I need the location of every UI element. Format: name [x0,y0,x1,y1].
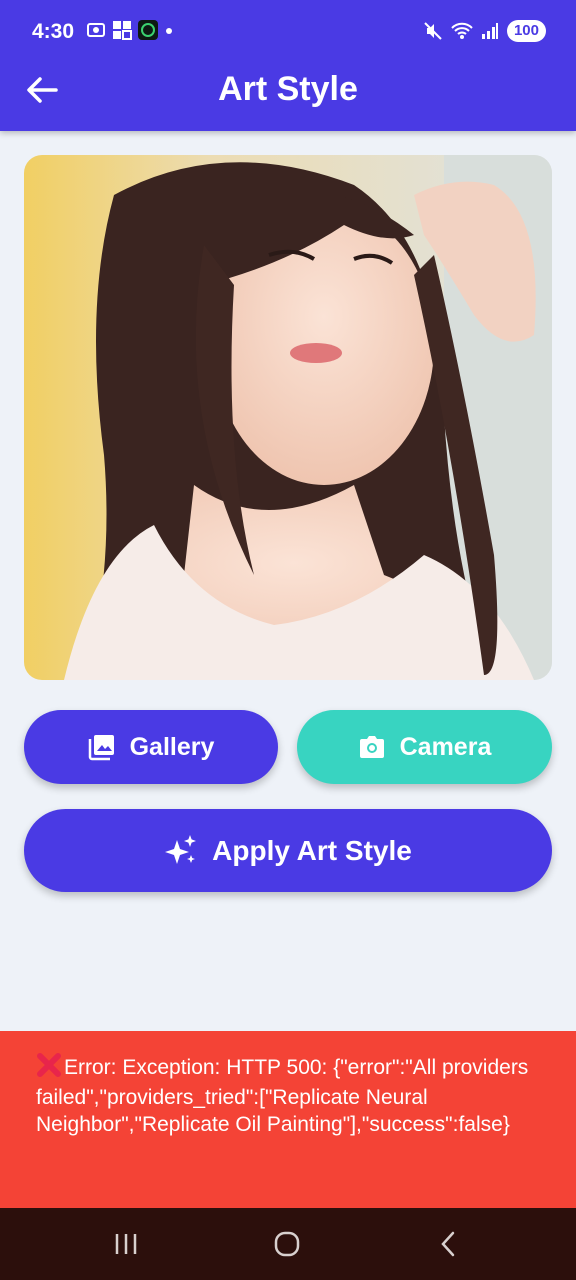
system-navigation-bar [0,1208,576,1280]
signal-icon [481,23,498,39]
camera-label: Camera [399,732,492,761]
dot-icon [166,28,172,34]
page-title: Art Style [218,70,358,108]
gallery-notification-icon [113,21,132,40]
mute-icon [424,22,442,40]
back-nav-button[interactable] [428,1228,468,1260]
gallery-button[interactable]: Gallery [24,710,278,784]
app-bar: 4:30 100 Art Style [0,0,576,131]
status-system-icons: 100 [423,20,546,42]
cross-mark-icon [36,1053,62,1084]
error-banner: Error: Exception: HTTP 500: {"error":"Al… [0,1031,576,1208]
apply-art-style-label: Apply Art Style [212,834,412,866]
gallery-label: Gallery [129,732,215,761]
photo-illustration [24,155,552,680]
camera-icon [358,734,386,760]
status-notification-icons [86,20,174,40]
screenshot-icon [87,23,105,37]
battery-indicator: 100 [506,20,546,42]
home-button[interactable] [267,1228,307,1260]
home-icon [274,1231,300,1257]
recent-apps-button[interactable] [106,1228,146,1260]
recent-apps-icon [115,1234,137,1254]
apply-art-style-button[interactable]: Apply Art Style [24,809,552,892]
chatgpt-icon [138,20,158,40]
wifi-icon [451,22,473,39]
selected-photo [24,155,552,680]
status-time: 4:30 [32,20,75,43]
error-message: Error: Exception: HTTP 500: {"error":"Al… [36,1056,529,1136]
image-icon [88,733,116,761]
chevron-left-icon [441,1231,455,1257]
sparkles-icon [164,834,198,868]
camera-button[interactable]: Camera [297,710,552,784]
status-bar: 4:30 100 [0,0,576,66]
